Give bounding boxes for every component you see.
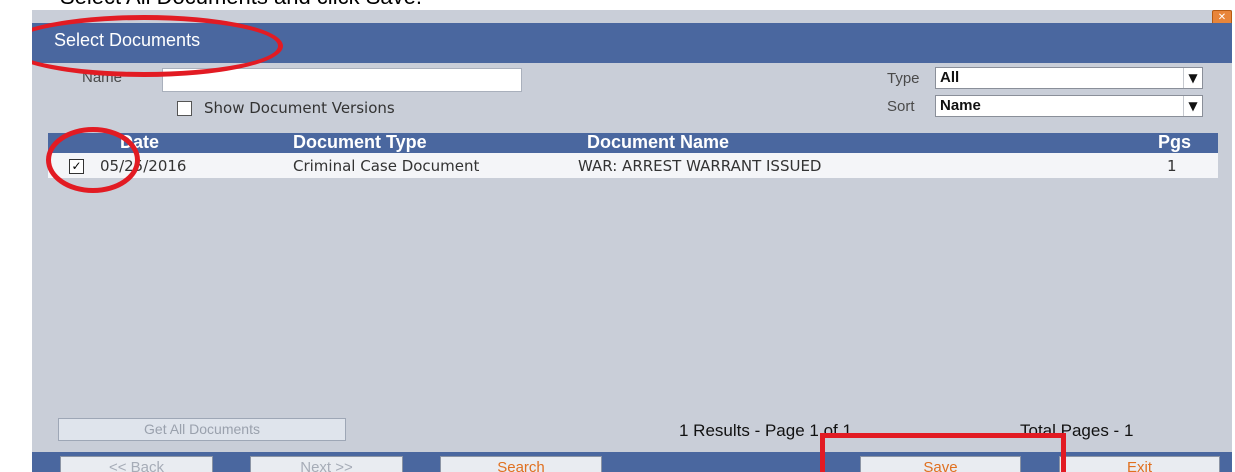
type-label: Type [887,70,920,87]
search-button[interactable]: Search [440,456,602,472]
sort-label: Sort [887,98,915,115]
column-header-document-name[interactable]: Document Name [587,132,729,153]
sort-select[interactable]: Name ▼ [935,95,1203,117]
show-versions-checkbox[interactable] [177,101,192,116]
top-caption-strip: Select All Documents and click Save. [0,0,1235,10]
type-select[interactable]: All ▼ [935,67,1203,89]
chevron-down-icon: ▼ [1183,68,1202,88]
back-button[interactable]: << Back [60,456,213,472]
type-select-value: All [940,69,960,86]
cell-document-name: WAR: ARREST WARRANT ISSUED [578,157,822,175]
save-highlight-rect [820,433,1066,472]
chevron-down-icon: ▼ [1183,96,1202,116]
exit-button[interactable]: Exit [1059,456,1220,472]
grid-header: Date Document Type Document Name Pgs [48,132,1218,153]
grid-empty-area [48,178,1218,408]
checkbox-highlight-oval [46,127,140,193]
cell-pgs: 1 [1167,157,1177,175]
show-versions-label: Show Document Versions [204,99,395,117]
table-row[interactable]: ✓ 05/25/2016 Criminal Case Document WAR:… [48,153,1218,178]
caption-text: Select All Documents and click Save. [60,0,422,10]
column-header-pgs[interactable]: Pgs [1158,132,1191,153]
column-header-document-type[interactable]: Document Type [293,132,427,153]
sort-select-value: Name [940,97,981,114]
next-button[interactable]: Next >> [250,456,403,472]
cell-document-type: Criminal Case Document [293,157,480,175]
get-all-documents-button[interactable]: Get All Documents [58,418,346,441]
select-documents-dialog: ✕ Select Documents Name Show Document Ve… [32,10,1232,472]
